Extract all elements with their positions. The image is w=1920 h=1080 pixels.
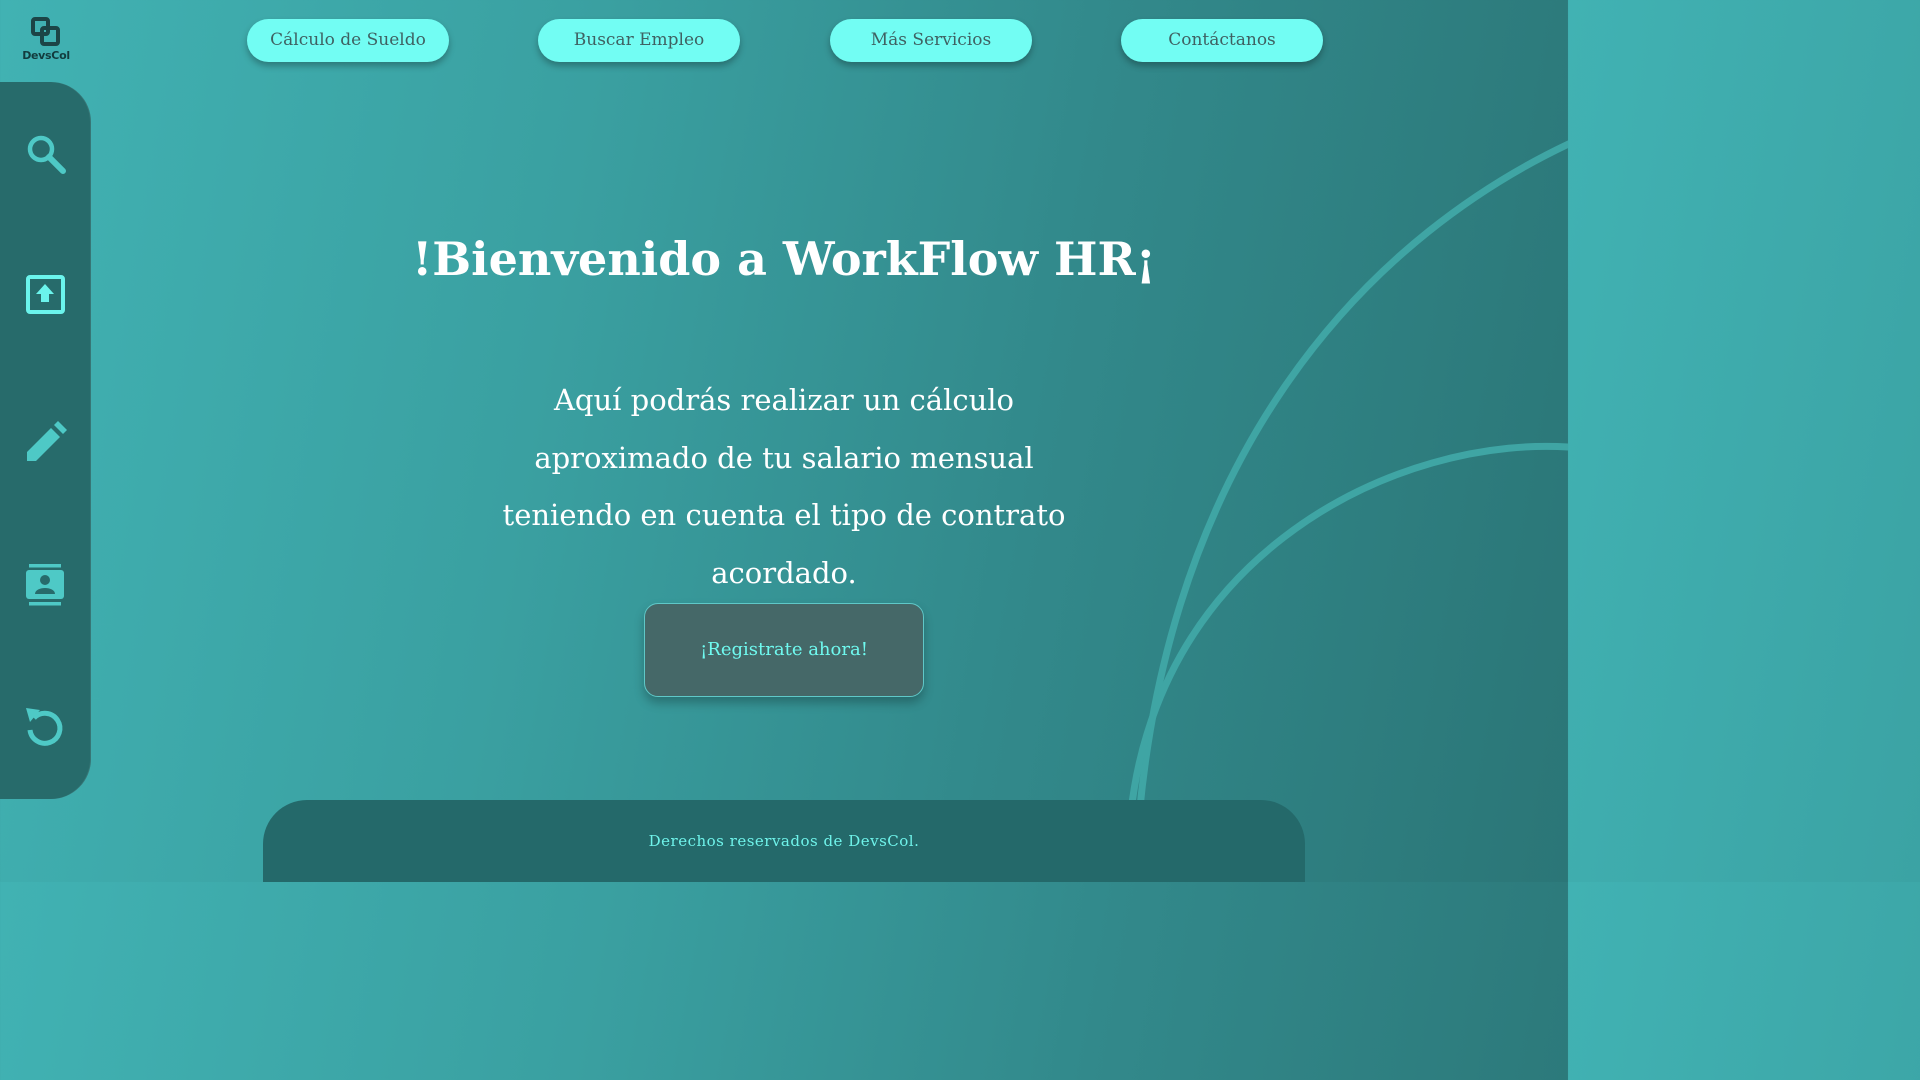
top-navigation: Cálculo de Sueldo Buscar Empleo Más Serv… — [0, 19, 1568, 62]
register-now-button[interactable]: ¡Registrate ahora! — [644, 603, 924, 697]
edit-pencil-icon[interactable] — [22, 418, 68, 464]
nav-buscar-empleo-button[interactable]: Buscar Empleo — [538, 19, 740, 62]
contact-card-icon[interactable] — [22, 562, 68, 608]
search-icon[interactable] — [22, 130, 68, 176]
undo-icon[interactable] — [22, 704, 68, 750]
footer: Derechos reservados de DevsCol. — [263, 800, 1305, 882]
nav-calculo-sueldo-button[interactable]: Cálculo de Sueldo — [247, 19, 449, 62]
footer-copyright: Derechos reservados de DevsCol. — [648, 832, 920, 850]
nav-mas-servicios-button[interactable]: Más Servicios — [830, 19, 1032, 62]
nav-contactanos-button[interactable]: Contáctanos — [1121, 19, 1323, 62]
hero-title: !Bienvenido a WorkFlow HR¡ — [412, 232, 1156, 286]
hero-description: Aquí podrás realizar un cálculo aproxima… — [502, 383, 1066, 590]
sidebar — [0, 82, 91, 799]
